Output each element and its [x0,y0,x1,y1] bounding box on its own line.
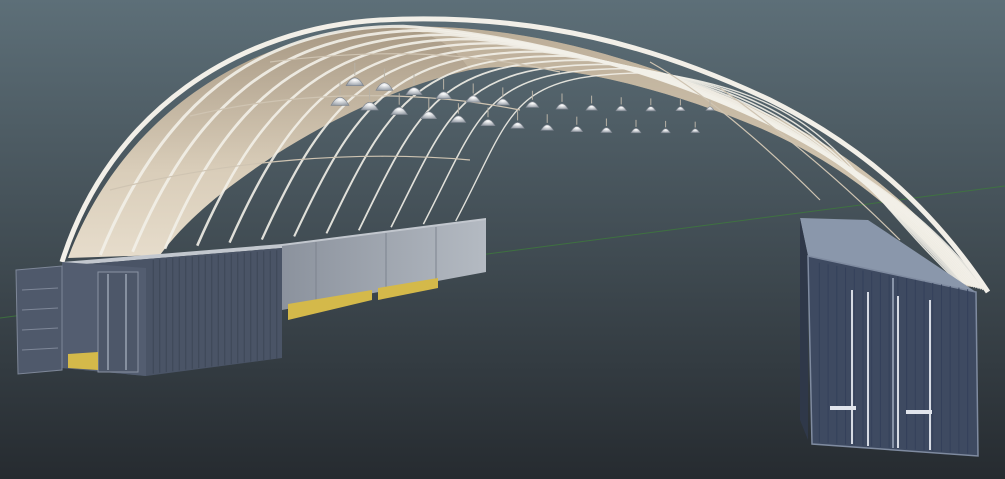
left-container-door-right[interactable] [97,271,139,373]
3d-viewport[interactable] [0,0,1005,479]
left-container-door-open[interactable] [15,265,63,375]
fabric-shelter-scene [0,0,1005,479]
right-container-side [800,218,808,440]
left-container-floor [68,352,98,370]
